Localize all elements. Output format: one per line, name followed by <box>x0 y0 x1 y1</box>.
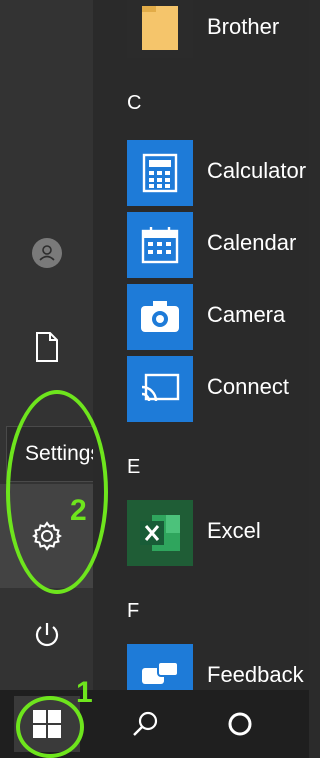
app-label: Feedback <box>207 662 304 687</box>
app-item-camera[interactable]: Camera <box>93 284 309 352</box>
document-icon <box>35 332 58 362</box>
step-number-2: 2 <box>70 494 87 527</box>
app-label: Camera <box>207 302 286 327</box>
start-highlight-ellipse <box>16 696 84 758</box>
camera-icon <box>141 301 179 332</box>
user-avatar-icon <box>31 238 62 268</box>
app-tile <box>127 140 193 206</box>
power-button[interactable] <box>0 604 93 666</box>
app-label: Calculator <box>207 158 307 183</box>
start-menu-app-list: Brother C Calculator Calendar Camera Con… <box>93 0 309 690</box>
calendar-icon <box>141 227 179 264</box>
documents-button[interactable] <box>0 316 93 378</box>
app-tile <box>127 212 193 278</box>
app-item-calculator[interactable]: Calculator <box>93 140 309 208</box>
user-account-button[interactable] <box>0 222 93 284</box>
cortana-button[interactable] <box>210 696 270 752</box>
app-item-feedback[interactable]: Feedback <box>93 644 309 690</box>
search-button[interactable] <box>115 696 175 752</box>
step-number-1: 1 <box>76 676 93 709</box>
app-tile <box>127 356 193 422</box>
group-header-f[interactable]: F <box>127 600 139 623</box>
app-tile <box>127 500 193 566</box>
app-label: Calendar <box>207 230 297 255</box>
cortana-icon <box>228 712 252 736</box>
app-item-excel[interactable]: Excel <box>93 500 309 568</box>
app-label: Excel <box>207 518 261 543</box>
app-label: Brother <box>207 14 280 39</box>
group-header-c[interactable]: C <box>127 92 141 115</box>
app-tile <box>127 644 193 690</box>
power-icon <box>35 623 58 647</box>
connect-icon <box>141 373 180 402</box>
app-item-connect[interactable]: Connect <box>93 356 309 424</box>
app-tile <box>127 284 193 350</box>
calculator-icon <box>142 153 178 193</box>
app-item-calendar[interactable]: Calendar <box>93 212 309 280</box>
feedback-icon <box>142 661 179 684</box>
excel-icon <box>140 515 180 551</box>
app-item-brother[interactable]: Brother <box>93 0 309 60</box>
group-header-e[interactable]: E <box>127 456 140 479</box>
app-tile <box>127 0 193 58</box>
search-icon <box>133 711 158 736</box>
folder-icon <box>142 6 178 50</box>
settings-highlight-ellipse <box>6 390 108 594</box>
app-label: Connect <box>207 374 289 399</box>
